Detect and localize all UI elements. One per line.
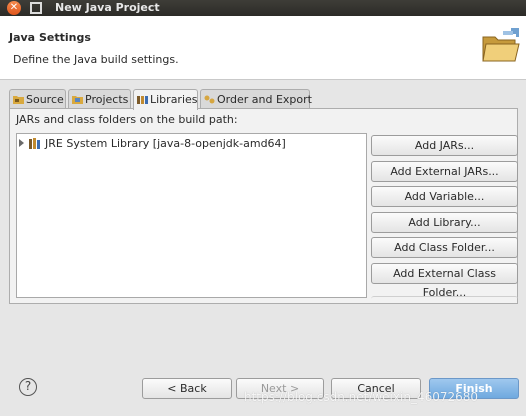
close-window-button[interactable]: ✕ — [7, 1, 21, 15]
back-button[interactable]: < Back — [142, 378, 232, 399]
library-item-label: JRE System Library [java-8-openjdk-amd64… — [45, 137, 286, 150]
watermark-text: https://blog.csdn.net/weixin_46072680 — [244, 390, 479, 404]
new-java-project-dialog: ✕ New Java Project Java Settings Define … — [0, 0, 526, 416]
tab-projects-label: Projects — [85, 93, 129, 106]
libraries-icon — [137, 96, 148, 104]
tab-order-export[interactable]: Order and Export — [200, 89, 312, 109]
new-java-project-banner-icon — [482, 28, 520, 62]
tab-source-label: Source — [26, 93, 64, 106]
wizard-header: Java Settings Define the Java build sett… — [0, 16, 526, 80]
add-library-button[interactable]: Add Library... — [371, 212, 518, 233]
maximize-window-button[interactable] — [30, 2, 42, 14]
add-external-jars-button[interactable]: Add External JARs... — [371, 161, 518, 182]
tab-order-export-label: Order and Export — [217, 93, 312, 106]
order-export-icon — [204, 95, 215, 104]
add-jars-button[interactable]: Add JARs... — [371, 135, 518, 156]
page-description: Define the Java build settings. — [13, 53, 179, 66]
tab-projects[interactable]: Projects — [68, 89, 131, 109]
add-class-folder-button[interactable]: Add Class Folder... — [371, 237, 518, 258]
source-folder-icon — [13, 96, 24, 104]
tab-libraries[interactable]: Libraries — [133, 89, 198, 110]
add-external-class-folder-button[interactable]: Add External Class Folder... — [371, 263, 518, 299]
tab-libraries-label: Libraries — [150, 93, 198, 106]
build-path-label: JARs and class folders on the build path… — [16, 113, 238, 126]
library-tree[interactable]: JRE System Library [java-8-openjdk-amd64… — [16, 133, 367, 298]
button-separator — [371, 296, 518, 299]
tab-source[interactable]: Source — [9, 89, 66, 109]
expand-arrow-icon[interactable] — [19, 139, 24, 147]
title-bar: ✕ New Java Project — [0, 0, 526, 16]
libraries-panel: JARs and class folders on the build path… — [9, 108, 518, 304]
page-title: Java Settings — [9, 31, 91, 44]
help-icon[interactable]: ? — [19, 378, 37, 396]
add-variable-button[interactable]: Add Variable... — [371, 186, 518, 207]
library-icon — [29, 138, 40, 149]
window-title: New Java Project — [55, 1, 160, 14]
library-item[interactable]: JRE System Library [java-8-openjdk-amd64… — [19, 137, 286, 150]
projects-icon — [72, 96, 83, 104]
